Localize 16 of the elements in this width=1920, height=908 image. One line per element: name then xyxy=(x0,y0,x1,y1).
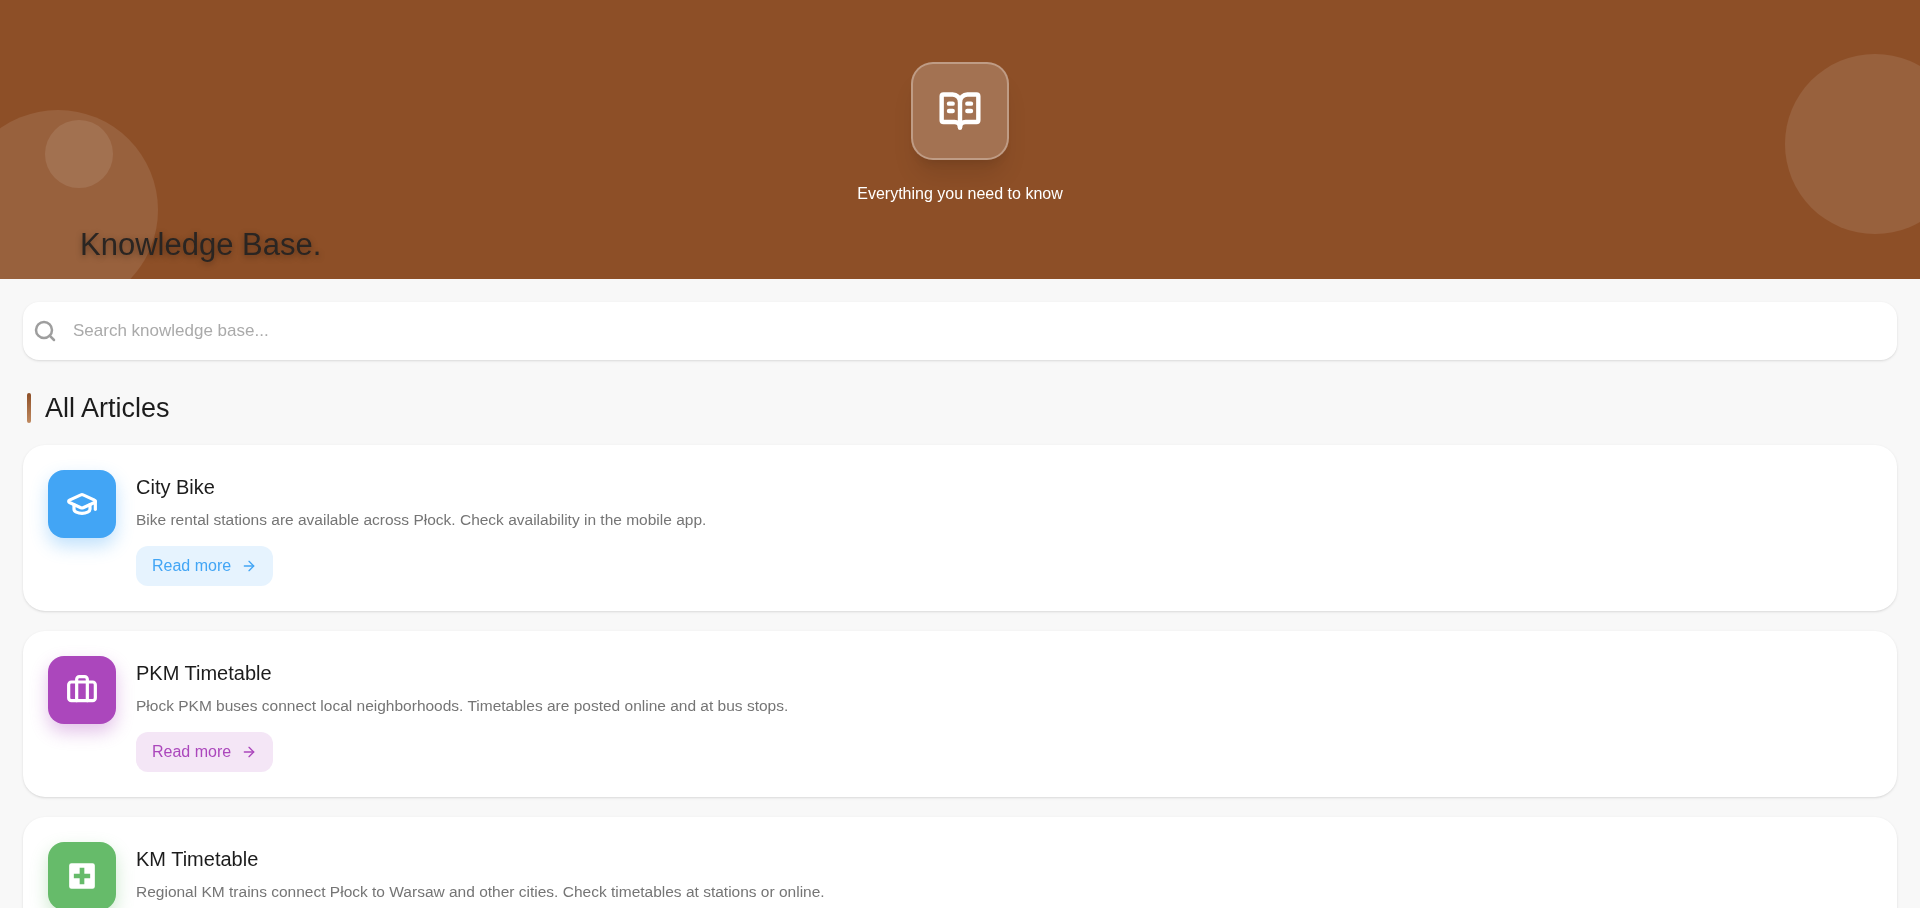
section-accent-bar xyxy=(27,393,31,424)
search-icon xyxy=(33,319,57,343)
section-title: All Articles xyxy=(45,392,170,425)
article-description: Regional KM trains connect Płock to Warsaw and other cities. Check timetables at stations or online. xyxy=(136,881,825,902)
header-subtitle: Everything you need to know xyxy=(857,184,1063,204)
medical-cross-icon xyxy=(68,861,96,890)
book-icon xyxy=(938,89,982,133)
article-description: Płock PKM buses connect local neighborhoods. Timetables are posted online and at bus stops. xyxy=(136,695,789,716)
article-description: Bike rental stations are available across Płock. Check availability in the mobile app. xyxy=(136,509,707,530)
search-field[interactable]: Search knowledge base... xyxy=(23,302,1897,360)
article-title: KM Timetable xyxy=(136,846,260,872)
article-title: City Bike xyxy=(136,474,216,500)
article-title: PKM Timetable xyxy=(136,660,273,686)
page-title: Knowledge Base. xyxy=(80,226,322,264)
read-more-button[interactable]: Read more xyxy=(136,545,274,586)
read-more-button[interactable]: Read more xyxy=(136,731,274,772)
